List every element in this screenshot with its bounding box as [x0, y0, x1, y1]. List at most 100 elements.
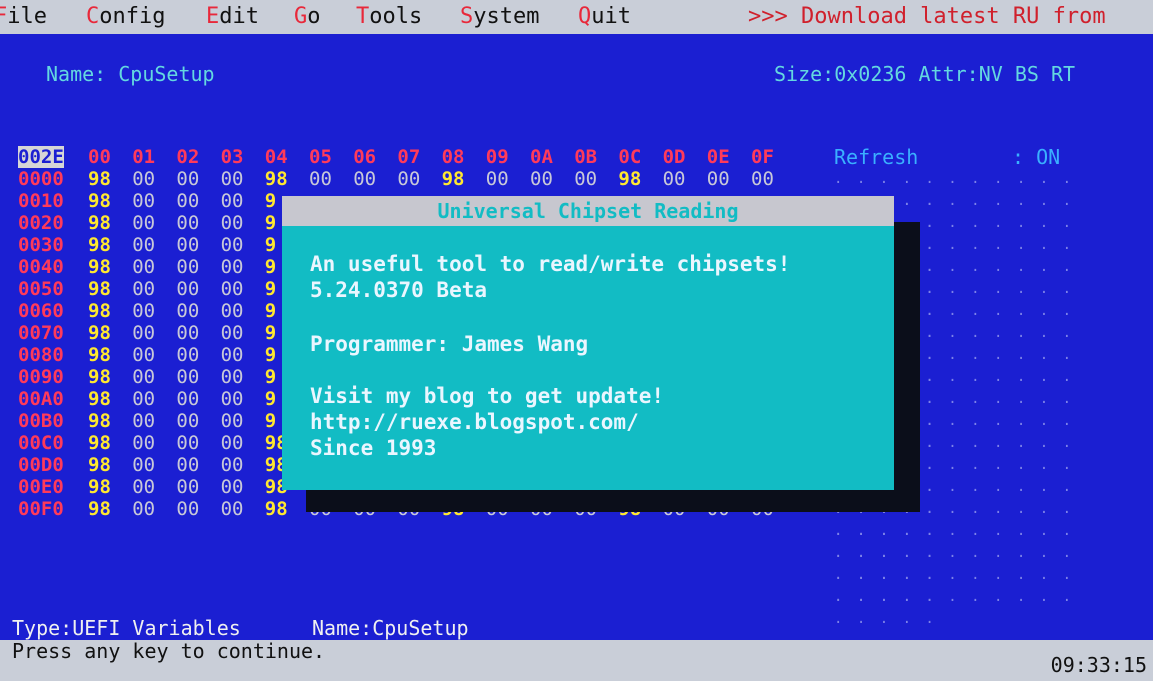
hex-byte[interactable]: 98 — [88, 498, 111, 520]
column-header[interactable]: 0B — [574, 146, 597, 168]
row-address[interactable]: 00E0 — [18, 476, 64, 498]
hex-byte[interactable]: 98 — [265, 498, 288, 520]
hex-byte[interactable]: 00 — [707, 168, 730, 190]
row-address[interactable]: 00C0 — [18, 432, 64, 454]
menu-edit[interactable]: Edit — [206, 0, 259, 34]
hex-byte[interactable]: 00 — [132, 498, 155, 520]
column-header[interactable]: 0D — [663, 146, 686, 168]
hex-byte[interactable]: 9 — [265, 410, 276, 432]
hex-byte[interactable]: 00 — [132, 344, 155, 366]
row-address[interactable]: 0080 — [18, 344, 64, 366]
hex-byte[interactable]: 00 — [176, 432, 199, 454]
hex-byte[interactable]: 00 — [176, 168, 199, 190]
hex-byte[interactable]: 98 — [618, 168, 641, 190]
hex-byte[interactable]: 9 — [265, 234, 276, 256]
hex-byte[interactable]: 00 — [221, 300, 244, 322]
column-header[interactable]: 03 — [221, 146, 244, 168]
hex-byte[interactable]: 00 — [176, 190, 199, 212]
hex-byte[interactable]: 98 — [88, 190, 111, 212]
row-address[interactable]: 00A0 — [18, 388, 64, 410]
hex-byte[interactable]: 00 — [221, 410, 244, 432]
column-header[interactable]: 08 — [442, 146, 465, 168]
hex-byte[interactable]: 98 — [88, 300, 111, 322]
column-header[interactable]: 01 — [132, 146, 155, 168]
menu-file[interactable]: File — [0, 0, 47, 34]
hex-byte[interactable]: 00 — [132, 322, 155, 344]
row-address[interactable]: 0010 — [18, 190, 64, 212]
hex-byte[interactable]: 00 — [574, 168, 597, 190]
hex-byte[interactable]: 00 — [221, 168, 244, 190]
hex-byte[interactable]: 00 — [176, 410, 199, 432]
hex-byte[interactable]: 98 — [88, 322, 111, 344]
hex-byte[interactable]: 00 — [132, 388, 155, 410]
row-address[interactable]: 0040 — [18, 256, 64, 278]
hex-byte[interactable]: 00 — [221, 234, 244, 256]
hex-byte[interactable]: 9 — [265, 366, 276, 388]
menu-config[interactable]: Config — [86, 0, 165, 34]
hex-byte[interactable]: 00 — [221, 498, 244, 520]
hex-byte[interactable]: 00 — [176, 344, 199, 366]
hex-byte[interactable]: 98 — [88, 212, 111, 234]
offset-field[interactable]: 002E — [18, 146, 64, 168]
hex-byte[interactable]: 00 — [221, 278, 244, 300]
hex-byte[interactable]: 00 — [221, 256, 244, 278]
row-address[interactable]: 00D0 — [18, 454, 64, 476]
hex-byte[interactable]: 00 — [486, 168, 509, 190]
hex-byte[interactable]: 98 — [88, 234, 111, 256]
hex-byte[interactable]: 00 — [132, 454, 155, 476]
refresh-value[interactable]: : ON — [1012, 146, 1060, 168]
hex-byte[interactable]: 98 — [88, 432, 111, 454]
column-header[interactable]: 07 — [397, 146, 420, 168]
hex-byte[interactable]: 00 — [751, 168, 774, 190]
hex-byte[interactable]: 00 — [176, 234, 199, 256]
menu-quit[interactable]: Quit — [578, 0, 631, 34]
hex-byte[interactable]: 00 — [132, 212, 155, 234]
row-address[interactable]: 0060 — [18, 300, 64, 322]
hex-byte[interactable]: 00 — [132, 366, 155, 388]
hex-byte[interactable]: 00 — [176, 322, 199, 344]
hex-byte[interactable]: 00 — [176, 300, 199, 322]
row-address[interactable]: 00F0 — [18, 498, 64, 520]
hex-byte[interactable]: 00 — [176, 212, 199, 234]
menu-tools[interactable]: Tools — [356, 0, 422, 34]
hex-byte[interactable]: 00 — [132, 278, 155, 300]
hex-byte[interactable]: 00 — [132, 190, 155, 212]
download-link[interactable]: >>> Download latest RU from — [748, 0, 1106, 34]
row-address[interactable]: 0030 — [18, 234, 64, 256]
column-header[interactable]: 06 — [353, 146, 376, 168]
hex-byte[interactable]: 00 — [221, 322, 244, 344]
hex-byte[interactable]: 00 — [353, 168, 376, 190]
hex-byte[interactable]: 00 — [530, 168, 553, 190]
hex-byte[interactable]: 98 — [442, 168, 465, 190]
hex-byte[interactable]: 00 — [221, 476, 244, 498]
row-address[interactable]: 0050 — [18, 278, 64, 300]
hex-byte[interactable]: 9 — [265, 388, 276, 410]
hex-byte[interactable]: 9 — [265, 300, 276, 322]
hex-byte[interactable]: 00 — [221, 366, 244, 388]
hex-byte[interactable]: 00 — [132, 256, 155, 278]
hex-byte[interactable]: 00 — [132, 410, 155, 432]
hex-byte[interactable]: 98 — [265, 168, 288, 190]
hex-byte[interactable]: 00 — [176, 366, 199, 388]
menu-system[interactable]: System — [460, 0, 539, 34]
column-header[interactable]: 09 — [486, 146, 509, 168]
hex-byte[interactable]: 98 — [88, 278, 111, 300]
hex-byte[interactable]: 98 — [88, 410, 111, 432]
column-header[interactable]: 0C — [618, 146, 641, 168]
hex-byte[interactable]: 00 — [309, 168, 332, 190]
column-header[interactable]: 04 — [265, 146, 288, 168]
hex-byte[interactable]: 98 — [88, 256, 111, 278]
row-address[interactable]: 00B0 — [18, 410, 64, 432]
hex-byte[interactable]: 98 — [88, 168, 111, 190]
hex-byte[interactable]: 98 — [88, 454, 111, 476]
hex-byte[interactable]: 00 — [176, 498, 199, 520]
hex-byte[interactable]: 00 — [176, 256, 199, 278]
hex-byte[interactable]: 00 — [176, 476, 199, 498]
hex-byte[interactable]: 00 — [132, 476, 155, 498]
hex-byte[interactable]: 98 — [88, 366, 111, 388]
hex-byte[interactable]: 00 — [221, 212, 244, 234]
hex-byte[interactable]: 00 — [397, 168, 420, 190]
row-address[interactable]: 0070 — [18, 322, 64, 344]
column-header[interactable]: 00 — [88, 146, 111, 168]
hex-byte[interactable]: 00 — [176, 388, 199, 410]
